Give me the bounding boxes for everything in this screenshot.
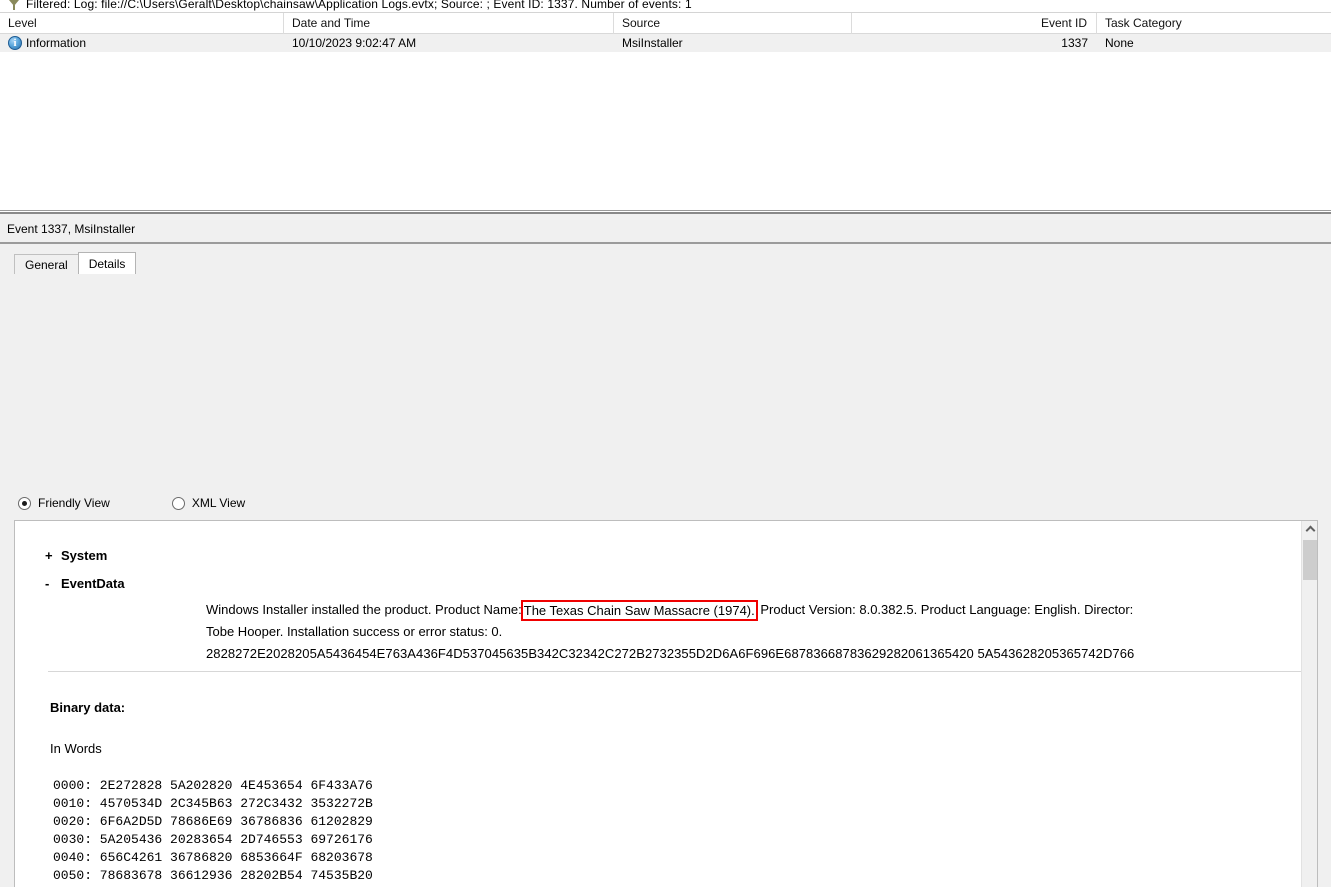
event-detail-title: Event 1337, MsiInstaller bbox=[0, 220, 1331, 238]
column-header-source[interactable]: Source bbox=[614, 12, 852, 34]
message-prefix: Windows Installer installed the product.… bbox=[206, 602, 522, 617]
cell-event-id: 1337 bbox=[1061, 36, 1088, 50]
column-header-date-time[interactable]: Date and Time bbox=[284, 12, 614, 34]
expand-plus-icon[interactable]: + bbox=[45, 548, 61, 563]
scroll-up-button[interactable] bbox=[1302, 521, 1317, 538]
information-icon bbox=[8, 35, 22, 51]
event-message: Windows Installer installed the product.… bbox=[206, 599, 1303, 665]
tab-general[interactable]: General bbox=[14, 254, 79, 274]
table-row[interactable]: Information 10/10/2023 9:02:47 AM MsiIns… bbox=[0, 34, 1331, 52]
event-message-line-2: Tobe Hooper. Installation success or err… bbox=[206, 624, 503, 639]
events-list-pane: Level Date and Time Source Event ID Task… bbox=[0, 12, 1331, 211]
filter-status-text: Filtered: Log: file://C:\Users\Geralt\De… bbox=[26, 0, 692, 11]
content-divider bbox=[48, 671, 1303, 672]
tree-node-eventdata[interactable]: - EventData bbox=[45, 576, 125, 591]
cell-task-category: None bbox=[1105, 36, 1134, 50]
event-message-line-1: Windows Installer installed the product.… bbox=[206, 599, 1303, 621]
cell-source: MsiInstaller bbox=[622, 36, 683, 50]
event-viewer-window: Filtered: Log: file://C:\Users\Geralt\De… bbox=[0, 0, 1331, 887]
events-list-body: Information 10/10/2023 9:02:47 AM MsiIns… bbox=[0, 34, 1331, 210]
funnel-icon bbox=[6, 0, 22, 12]
radio-friendly-view[interactable]: Friendly View bbox=[18, 496, 110, 510]
chevron-up-icon bbox=[1306, 526, 1314, 534]
collapse-minus-icon[interactable]: - bbox=[45, 576, 61, 591]
tree-node-eventdata-label: EventData bbox=[61, 576, 125, 591]
message-suffix: Product Version: 8.0.382.5. Product Lang… bbox=[756, 602, 1134, 617]
radio-button-xml-view[interactable] bbox=[171, 496, 185, 510]
details-content-inner: + System - EventData Windows Installer ins… bbox=[15, 521, 1303, 887]
vertical-scrollbar[interactable] bbox=[1301, 521, 1317, 887]
tab-details[interactable]: Details bbox=[77, 252, 137, 274]
radio-button-friendly-view[interactable] bbox=[18, 496, 31, 510]
detail-tabs: General Details bbox=[14, 252, 137, 274]
binary-data-heading: Binary data: bbox=[50, 700, 126, 715]
radio-label-xml-view: XML View bbox=[191, 496, 246, 510]
vertical-scrollbar-thumb[interactable] bbox=[1303, 540, 1317, 580]
cell-level-label: Information bbox=[26, 36, 87, 50]
hex-dump-row: 0000: 2E272828 5A202820 4E453654 6F433A7… bbox=[53, 778, 373, 793]
hex-dump-row: 0020: 6F6A2D5D 78686E69 36786836 6120282… bbox=[53, 814, 373, 829]
event-detail-pane: Event 1337, MsiInstaller General Details… bbox=[0, 212, 1331, 887]
highlighted-product-name: The Texas Chain Saw Massacre (1974). bbox=[520, 600, 758, 621]
event-message-hex: 2828272E2028205A5436454E763A436F4D537045… bbox=[206, 646, 1135, 661]
hex-dump-row: 0040: 656C4261 36786820 6853664F 6820367… bbox=[53, 850, 373, 865]
radio-xml-view[interactable]: XML View bbox=[171, 496, 246, 510]
cell-date-time: 10/10/2023 9:02:47 AM bbox=[292, 36, 417, 50]
column-header-event-id[interactable]: Event ID bbox=[852, 12, 1097, 34]
hex-dump-row: 0010: 4570534D 2C345B63 272C3432 3532272… bbox=[53, 796, 373, 811]
hex-dump-row: 0030: 5A205436 20283654 2D746553 6972617… bbox=[53, 832, 373, 847]
hex-dump-row: 0050: 78683678 36612936 28202B54 74535B2… bbox=[53, 868, 373, 883]
events-list-header: Level Date and Time Source Event ID Task… bbox=[0, 12, 1331, 34]
details-content-area: + System - EventData Windows Installer ins… bbox=[14, 520, 1318, 887]
cell-level: Information bbox=[0, 34, 284, 52]
binary-hex-dump: 0000: 2E272828 5A202820 4E453654 6F433A7… bbox=[53, 777, 373, 887]
tree-node-system[interactable]: + System bbox=[45, 548, 107, 563]
column-header-task-category[interactable]: Task Category bbox=[1097, 13, 1331, 34]
column-header-level[interactable]: Level bbox=[0, 12, 284, 34]
binary-format-label: In Words bbox=[50, 741, 102, 756]
view-mode-radios: Friendly View XML View bbox=[18, 496, 245, 510]
filter-status-bar: Filtered: Log: file://C:\Users\Geralt\De… bbox=[0, 0, 1331, 13]
tree-node-system-label: System bbox=[61, 548, 108, 563]
radio-label-friendly-view: Friendly View bbox=[38, 496, 110, 510]
title-divider bbox=[0, 242, 1331, 244]
